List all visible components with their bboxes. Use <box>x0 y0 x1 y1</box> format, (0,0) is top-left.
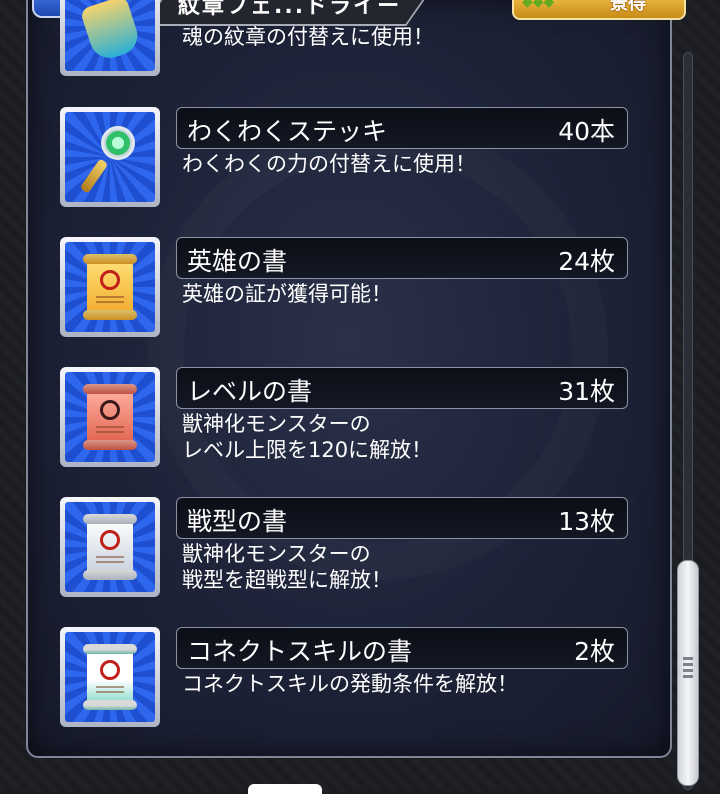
item-icon-frame <box>60 627 160 727</box>
item-name: 英雄の書 <box>187 247 288 276</box>
item-count: 2枚 <box>574 637 615 666</box>
battle-type-scroll-icon <box>87 518 133 576</box>
item-name-bar: わくわくステッキ 40本 <box>176 107 628 149</box>
bottom-tab[interactable] <box>248 784 322 794</box>
wand-icon <box>79 122 139 194</box>
item-name-bar: レベルの書 31枚 <box>176 367 628 409</box>
item-icon-frame <box>60 497 160 597</box>
list-item[interactable]: レベルの書 31枚 獣神化モンスターの レベル上限を120に解放！ <box>0 367 720 477</box>
emblem-icon <box>79 0 143 64</box>
item-icon-frame <box>60 0 160 76</box>
item-description: 獣神化モンスターの レベル上限を120に解放！ <box>182 412 433 462</box>
connect-skill-scroll-icon <box>87 648 133 706</box>
item-description: わくわくの力の付替えに使用！ <box>182 152 476 176</box>
item-name-bar: 英雄の書 24枚 <box>176 237 628 279</box>
item-count: 40本 <box>558 117 615 146</box>
item-name: わくわくステッキ <box>187 117 388 146</box>
item-description: 英雄の証が獲得可能！ <box>182 282 392 306</box>
item-description: 獣神化モンスターの 戦型を超戦型に解放！ <box>182 542 392 592</box>
item-count: 13枚 <box>558 507 615 536</box>
item-name: レベルの書 <box>187 377 313 406</box>
item-name: 戦型の書 <box>187 507 288 536</box>
item-count: 31枚 <box>558 377 615 406</box>
item-name-bar: コネクトスキルの書 2枚 <box>176 627 628 669</box>
list-item[interactable]: コネクトスキルの書 2枚 コネクトスキルの発動条件を解放！ <box>0 627 720 737</box>
level-scroll-icon <box>87 388 133 446</box>
item-icon-frame <box>60 237 160 337</box>
item-description: 魂の紋章の付替えに使用！ <box>182 25 434 49</box>
item-description: コネクトスキルの発動条件を解放！ <box>182 672 518 696</box>
item-icon-frame <box>60 107 160 207</box>
item-count: 24枚 <box>558 247 615 276</box>
item-name: コネクトスキルの書 <box>187 637 413 666</box>
list-item[interactable]: 英雄の書 24枚 英雄の証が獲得可能！ <box>0 237 720 347</box>
list-item[interactable]: わくわくステッキ 40本 わくわくの力の付替えに使用！ <box>0 107 720 217</box>
list-item[interactable]: 魂の紋章の付替えに使用！ <box>0 0 720 86</box>
item-icon-frame <box>60 367 160 467</box>
hero-scroll-icon <box>87 258 133 316</box>
item-name-bar: 戦型の書 13枚 <box>176 497 628 539</box>
scrollbar-thumb[interactable] <box>677 560 699 786</box>
list-item[interactable]: 戦型の書 13枚 獣神化モンスターの 戦型を超戦型に解放！ <box>0 497 720 607</box>
grip-icon <box>683 657 693 660</box>
